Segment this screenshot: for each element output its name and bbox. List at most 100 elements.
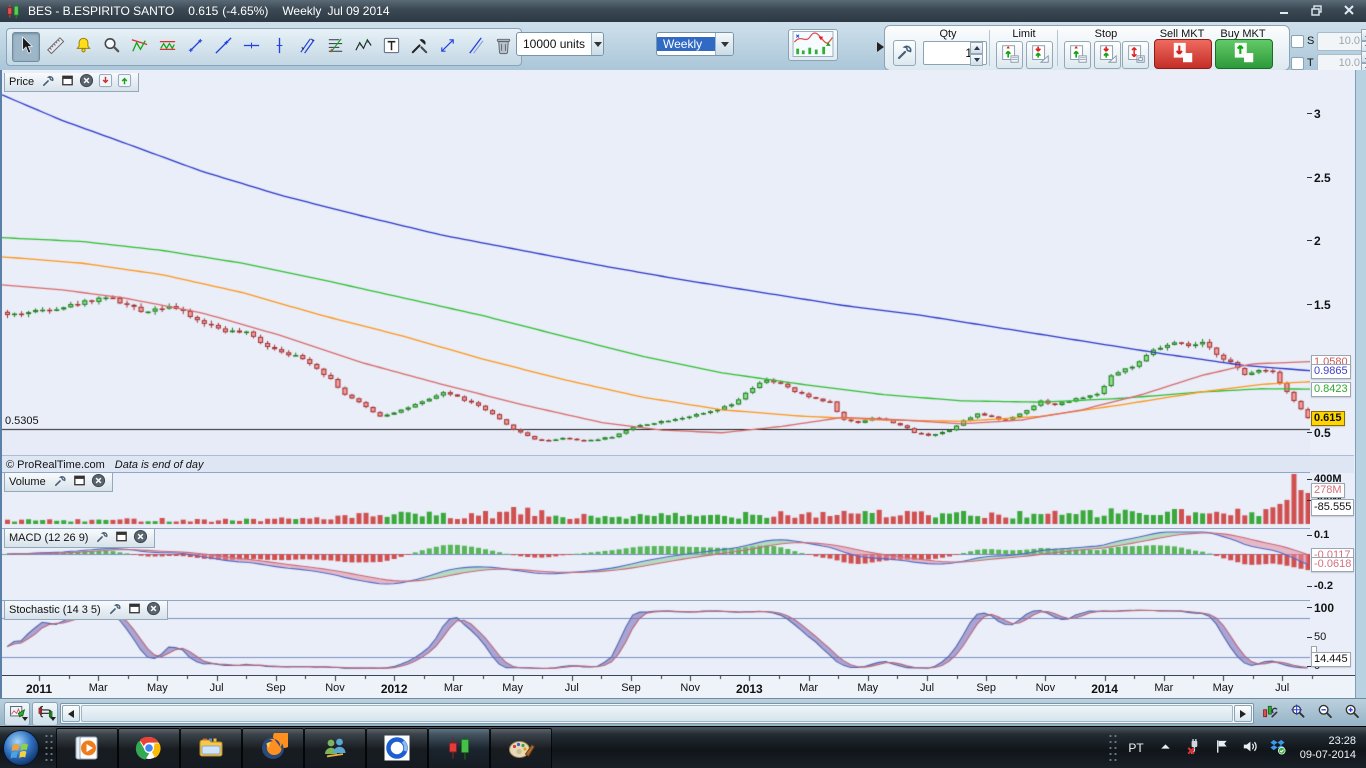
panel-settings-button[interactable]	[94, 531, 111, 546]
zoom-tool-button[interactable]	[98, 33, 124, 61]
stop-buy-order-button[interactable]	[1064, 41, 1091, 69]
start-button[interactable]	[2, 729, 40, 767]
panel-settings-button[interactable]	[52, 475, 69, 490]
ruler-tool-button[interactable]	[42, 33, 68, 61]
taskbar-chrome-button[interactable]	[118, 728, 180, 768]
stop-sell-order-button[interactable]	[1094, 41, 1121, 69]
macd-chart-canvas[interactable]	[2, 529, 1310, 599]
clock-date: 09-07-2014	[1300, 748, 1356, 762]
scrollbar-thumb[interactable]	[81, 705, 1233, 722]
taskbar-media-player-button[interactable]	[56, 728, 118, 768]
show-hidden-icons-button[interactable]	[1155, 737, 1177, 759]
scroll-left-arrow[interactable]	[62, 705, 80, 722]
units-dropdown-arrow[interactable]	[591, 33, 603, 55]
trash-tool-button[interactable]	[490, 33, 516, 61]
stop-loss-stepper[interactable]	[1361, 29, 1366, 53]
zoom-icon	[101, 35, 122, 59]
taskbar-messenger-button[interactable]	[304, 728, 366, 768]
price-axis[interactable]: 3 2.5 2 1.5 0.5 1.0580 0.9865 0.8423 0.6…	[1311, 73, 1355, 455]
price-chart-canvas[interactable]	[2, 73, 1310, 455]
taskbar-prorealtime-button[interactable]	[428, 728, 490, 768]
volume-axis[interactable]: 400M 200M 278M -85.555	[1311, 472, 1355, 526]
wrench-icon	[95, 529, 110, 547]
title-bar[interactable]: BES - B.ESPIRITO SANTO 0.615 (-4.65%) We…	[0, 0, 1366, 23]
language-indicator[interactable]: PT	[1128, 741, 1143, 755]
timeframe-dropdown-arrow[interactable]	[715, 33, 733, 55]
limit-sell-order-button[interactable]	[1026, 41, 1053, 69]
speaker-tray-button[interactable]	[1239, 737, 1261, 759]
parallel-segment-tool-button[interactable]	[462, 33, 488, 61]
restore-button[interactable]	[1304, 2, 1330, 18]
target-checkbox[interactable]	[1291, 57, 1304, 70]
panel-detach-button[interactable]	[71, 475, 88, 490]
panel-close-button[interactable]	[132, 531, 149, 546]
segment-tool-button[interactable]	[182, 33, 208, 61]
close-button[interactable]	[1336, 2, 1362, 18]
close-icon	[79, 73, 94, 91]
pattern-down-tool-button[interactable]	[126, 33, 152, 61]
volume-current-box: 278M	[1311, 483, 1345, 498]
stop-oco-order-button[interactable]	[1122, 41, 1149, 69]
sell-mkt-button[interactable]	[1154, 39, 1212, 69]
levels-tool-button[interactable]	[322, 33, 348, 61]
stochastic-chart-canvas[interactable]	[2, 601, 1310, 674]
quantity-stepper[interactable]	[970, 42, 983, 66]
cursor-tool-button[interactable]	[12, 32, 40, 62]
collapse-panel-arrow[interactable]	[877, 42, 889, 52]
move-points-tool-button[interactable]	[434, 33, 460, 61]
stochastic-axis[interactable]: 100 50 0 14.445	[1311, 600, 1355, 673]
pattern-channel-tool-button[interactable]	[154, 33, 180, 61]
zoom-fit-button[interactable]	[1285, 702, 1309, 724]
taskbar-firefox-button[interactable]	[242, 728, 304, 768]
flag-tray-button[interactable]	[1211, 737, 1233, 759]
taskbar-app-blue-button[interactable]	[366, 728, 428, 768]
macd-axis[interactable]: 0.1 -0.0117 -0.0618 -0.2	[1311, 528, 1355, 598]
panel-close-button[interactable]	[90, 475, 107, 490]
stop-loss-checkbox[interactable]	[1291, 35, 1304, 48]
chart-style-button[interactable]	[788, 29, 838, 61]
power-plug-tray-button[interactable]	[1183, 737, 1205, 759]
chrome-icon	[134, 733, 164, 766]
dropbox-tray-button[interactable]	[1267, 737, 1289, 759]
panel-title: MACD (12 26 9)	[9, 532, 88, 544]
panel-title: Stochastic (14 3 5)	[9, 604, 101, 616]
text-tool-button[interactable]	[378, 33, 404, 61]
time-axis: 2011MarMayJulSepNov2012MarMayJulSepNov20…	[2, 675, 1355, 699]
panel-detach-button[interactable]	[59, 75, 76, 90]
taskbar-explorer-button[interactable]	[180, 728, 242, 768]
horizontal-scrollbar[interactable]	[60, 703, 1254, 724]
panel-settings-button[interactable]	[107, 603, 124, 618]
panel-detach-button[interactable]	[113, 531, 130, 546]
zoom-in-button[interactable]	[1339, 702, 1363, 724]
panel-scale-down-button[interactable]	[97, 75, 114, 90]
minimize-button[interactable]	[1272, 2, 1298, 18]
vline-tool-button[interactable]	[266, 33, 292, 61]
alarm-tool-button[interactable]	[70, 33, 96, 61]
chart-bottom-bar	[0, 698, 1366, 727]
taskbar-clock[interactable]: 23:28 09-07-2014	[1300, 734, 1356, 762]
hline-tool-button[interactable]	[238, 33, 264, 61]
panel-settings-button[interactable]	[40, 75, 57, 90]
panel-close-button[interactable]	[145, 603, 162, 618]
scroll-right-arrow[interactable]	[1234, 705, 1252, 722]
stop-loss-value-input[interactable]	[1317, 32, 1366, 51]
export-image-button[interactable]	[4, 702, 30, 726]
chart-tools-button[interactable]	[1258, 702, 1282, 724]
power-plug-icon	[1185, 738, 1202, 758]
linked-charts-button[interactable]	[32, 702, 58, 726]
buy-mkt-button[interactable]	[1215, 39, 1273, 69]
panel-close-button[interactable]	[78, 75, 95, 90]
panel-detach-button[interactable]	[126, 603, 143, 618]
limit-buy-order-button[interactable]	[996, 41, 1023, 69]
panel-scale-up-button[interactable]	[116, 75, 133, 90]
volume-chart-canvas[interactable]	[2, 473, 1310, 527]
order-settings-button[interactable]	[893, 40, 916, 66]
trendline-tool-button[interactable]	[210, 33, 236, 61]
zoom-out-button[interactable]	[1312, 702, 1336, 724]
units-dropdown[interactable]: 10000 units	[516, 32, 604, 56]
taskbar-paint-button[interactable]	[490, 728, 552, 768]
zigzag-tool-button[interactable]	[350, 33, 376, 61]
parallel-lines-tool-button[interactable]	[294, 33, 320, 61]
settings-tool-button[interactable]	[406, 33, 432, 61]
timeframe-dropdown[interactable]: Weekly	[656, 32, 734, 56]
